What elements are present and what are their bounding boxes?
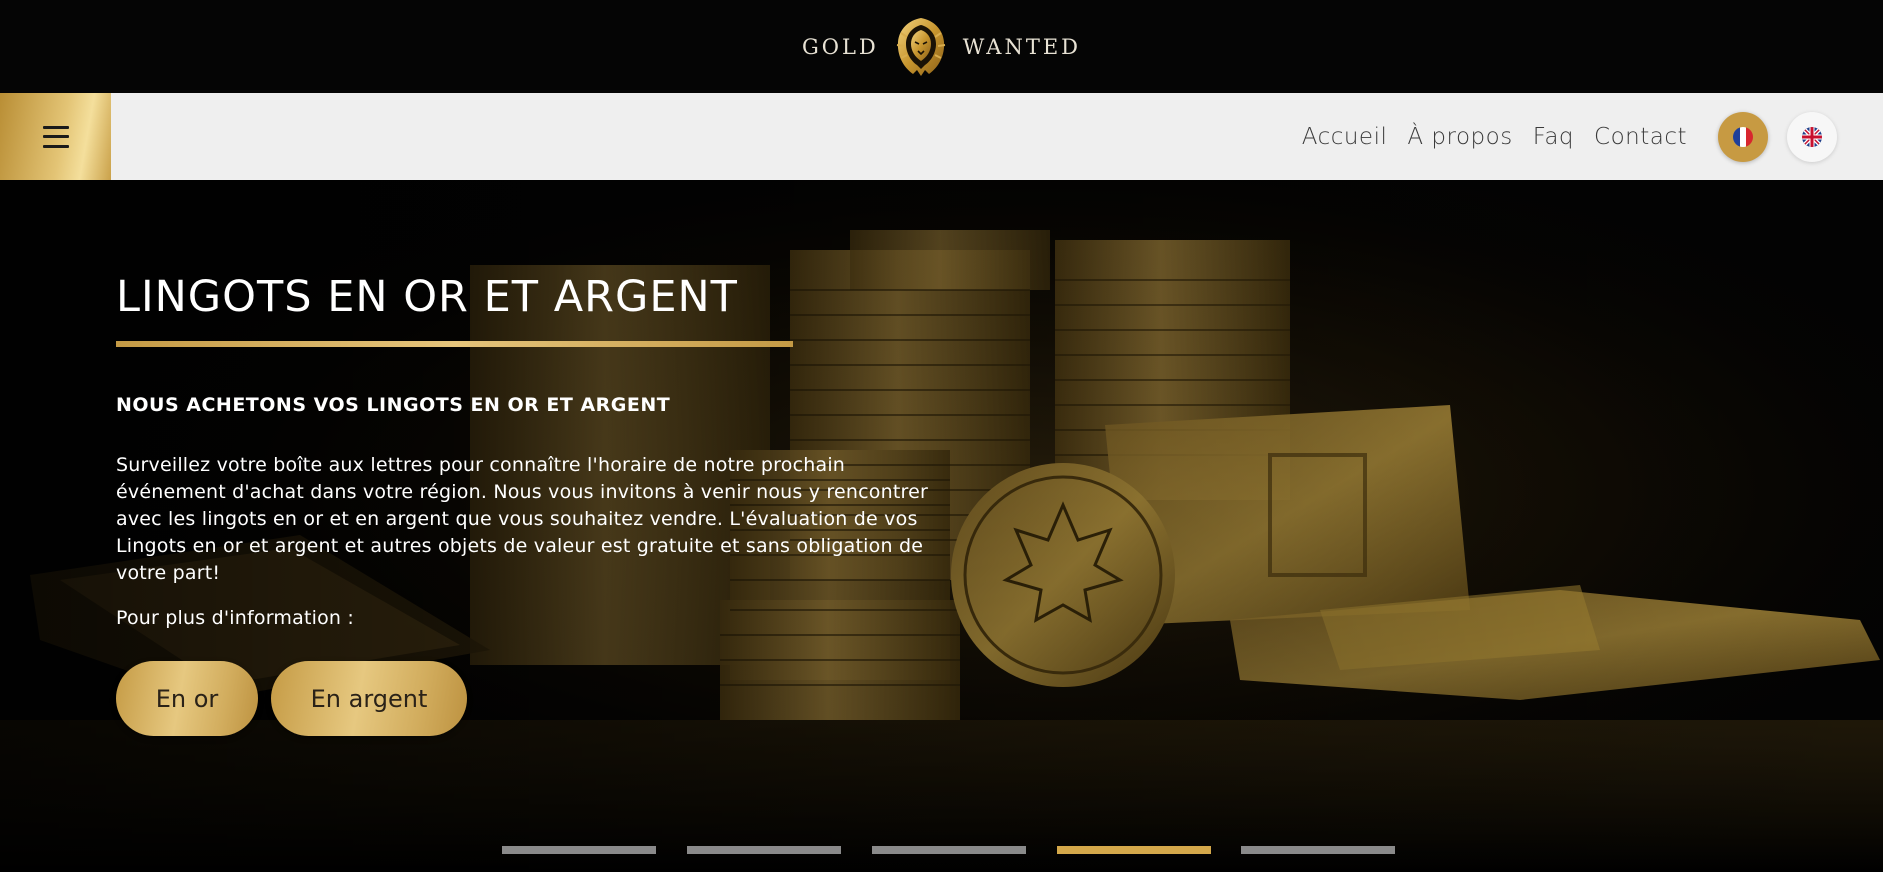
main-nav: Accueil À propos Faq Contact xyxy=(0,93,1883,180)
hero-info-text: Pour plus d'information : xyxy=(116,607,355,629)
language-english-button[interactable] xyxy=(1787,112,1837,162)
menu-toggle-button[interactable] xyxy=(0,93,111,180)
silver-button[interactable]: En argent xyxy=(271,661,467,736)
hero-slide: LINGOTS EN OR ET ARGENT NOUS ACHETONS VO… xyxy=(0,180,1883,872)
nav-link-contact[interactable]: Contact xyxy=(1594,124,1687,150)
gold-button[interactable]: En or xyxy=(116,661,258,736)
slider-dot-5[interactable] xyxy=(1241,846,1395,854)
brand-logo[interactable]: GOLD WANTED xyxy=(802,15,1081,79)
hamburger-menu-icon xyxy=(42,125,69,148)
nav-link-a-propos[interactable]: À propos xyxy=(1407,124,1512,150)
slider-dot-2[interactable] xyxy=(687,846,841,854)
slider-dot-3[interactable] xyxy=(872,846,1026,854)
brand-word-right: WANTED xyxy=(962,34,1082,59)
title-divider xyxy=(116,341,793,347)
hero-title: LINGOTS EN OR ET ARGENT xyxy=(116,272,738,322)
slider-dot-4[interactable] xyxy=(1057,846,1211,854)
uk-flag-icon xyxy=(1802,127,1822,147)
lion-head-icon xyxy=(896,17,945,76)
nav-link-accueil[interactable]: Accueil xyxy=(1302,124,1388,150)
nav-link-faq[interactable]: Faq xyxy=(1533,124,1574,150)
hero-content: LINGOTS EN OR ET ARGENT NOUS ACHETONS VO… xyxy=(116,276,956,736)
hero-subtitle: NOUS ACHETONS VOS LINGOTS EN OR ET ARGEN… xyxy=(116,394,671,416)
brand-word-left: GOLD xyxy=(801,34,879,59)
slider-dot-1[interactable] xyxy=(502,846,656,854)
french-flag-icon xyxy=(1733,127,1753,147)
hero-buttons: En or En argent xyxy=(116,661,956,736)
nav-links: Accueil À propos Faq Contact xyxy=(1302,93,1687,180)
slider-pagination xyxy=(0,846,1883,854)
hero-description: Surveillez votre boîte aux lettres pour … xyxy=(116,454,928,584)
logo-bar: GOLD WANTED xyxy=(0,0,1883,93)
language-french-button[interactable] xyxy=(1718,112,1768,162)
